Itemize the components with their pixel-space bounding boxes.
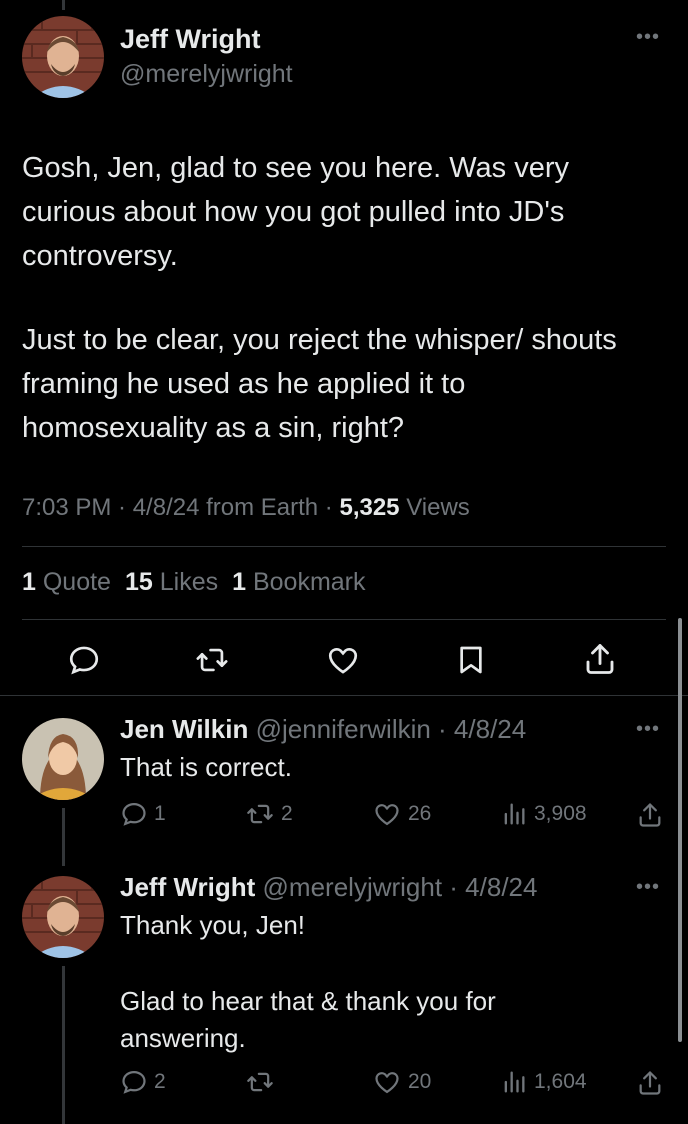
repost-count: 2	[281, 802, 293, 825]
stat-bookmarks-label: Bookmark	[252, 568, 366, 596]
divider	[0, 695, 688, 696]
avatar-jen-wilkin[interactable]	[22, 718, 104, 800]
reply-1-like-button[interactable]: 26	[372, 800, 431, 828]
main-tweet-text-2: Just to be clear, you reject the whisper…	[22, 324, 617, 444]
avatar-jeff-wright[interactable]	[22, 876, 104, 958]
reply-2-like-button[interactable]: 20	[372, 1068, 431, 1096]
thread-line	[62, 808, 65, 866]
reply-1-views-button[interactable]: 3,908	[500, 800, 587, 828]
share-icon[interactable]	[636, 1068, 664, 1098]
repost-icon	[245, 800, 275, 828]
reply-count: 1	[154, 802, 166, 825]
scrollbar-thumb[interactable]	[678, 618, 682, 1042]
reply-1-repost-button[interactable]: 2	[245, 800, 293, 828]
thread-line-top	[62, 0, 65, 10]
reply-2-text-1: Thank you, Jen!	[120, 910, 305, 940]
reply-2-repost-button[interactable]	[245, 1068, 281, 1096]
reply-icon	[120, 800, 148, 828]
more-icon[interactable]: •••	[636, 876, 660, 899]
divider	[22, 546, 666, 547]
views-count: 3,908	[534, 802, 587, 825]
timestamp[interactable]: 7:03 PM · 4/8/24 from Earth ·	[22, 494, 339, 521]
thread-line	[62, 966, 65, 1124]
like-count: 20	[408, 1070, 432, 1093]
divider	[22, 619, 666, 620]
reply-1-reply-button[interactable]: 1	[120, 800, 166, 828]
reply-1-text: That is correct.	[120, 752, 292, 782]
stat-likes-label: Likes	[159, 568, 219, 596]
reply-1-handle-date[interactable]: @jenniferwilkin · 4/8/24	[256, 714, 527, 744]
like-count: 26	[408, 802, 432, 825]
reply-1-header: Jen Wilkin @jenniferwilkin · 4/8/24	[120, 714, 526, 745]
more-icon[interactable]: •••	[636, 26, 660, 49]
like-icon[interactable]	[325, 643, 361, 677]
reply-2-views-button[interactable]: 1,604	[500, 1068, 587, 1096]
more-icon[interactable]: •••	[636, 718, 660, 741]
stat-likes-count: 15	[124, 568, 153, 596]
reply-2-handle-date[interactable]: @merelyjwright · 4/8/24	[263, 872, 538, 902]
main-tweet-text-1: Gosh, Jen, glad to see you here. Was ver…	[22, 152, 569, 272]
main-author-handle[interactable]: @merelyjwright	[120, 60, 293, 89]
like-icon	[372, 800, 402, 828]
views-count: 1,604	[534, 1070, 587, 1093]
reply-2-header: Jeff Wright @merelyjwright · 4/8/24	[120, 872, 537, 903]
stat-likes[interactable]: 15 Likes	[125, 568, 218, 597]
repost-icon[interactable]	[194, 643, 230, 677]
views-label: Views	[399, 494, 470, 521]
stat-quotes[interactable]: 1 Quote	[22, 568, 111, 597]
bookmark-icon[interactable]	[455, 643, 487, 677]
main-author-name[interactable]: Jeff Wright	[120, 24, 261, 55]
reply-count: 2	[154, 1070, 166, 1093]
stat-quotes-label: Quote	[42, 568, 111, 596]
main-tweet-meta: 7:03 PM · 4/8/24 from Earth · 5,325 View…	[22, 494, 470, 522]
reply-icon	[120, 1068, 148, 1096]
stat-bookmarks-count: 1	[232, 568, 247, 596]
reply-1-author-name[interactable]: Jen Wilkin	[120, 714, 248, 744]
stat-bookmarks[interactable]: 1 Bookmark	[232, 568, 365, 597]
reply-2-text-2: Glad to hear that & thank you for answer…	[120, 986, 496, 1053]
share-icon[interactable]	[636, 800, 664, 830]
views-icon	[500, 1068, 528, 1096]
share-icon[interactable]	[582, 641, 618, 677]
views-count: 5,325	[339, 494, 400, 521]
avatar-jeff-wright[interactable]	[22, 16, 104, 98]
engagement-stats: 1 Quote 15 Likes 1 Bookmark	[22, 568, 366, 597]
reply-2-author-name[interactable]: Jeff Wright	[120, 872, 255, 902]
views-icon	[500, 800, 528, 828]
reply-icon[interactable]	[67, 643, 101, 677]
repost-icon	[245, 1068, 275, 1096]
stat-quotes-count: 1	[22, 568, 36, 596]
like-icon	[372, 1068, 402, 1096]
reply-2-reply-button[interactable]: 2	[120, 1068, 166, 1096]
